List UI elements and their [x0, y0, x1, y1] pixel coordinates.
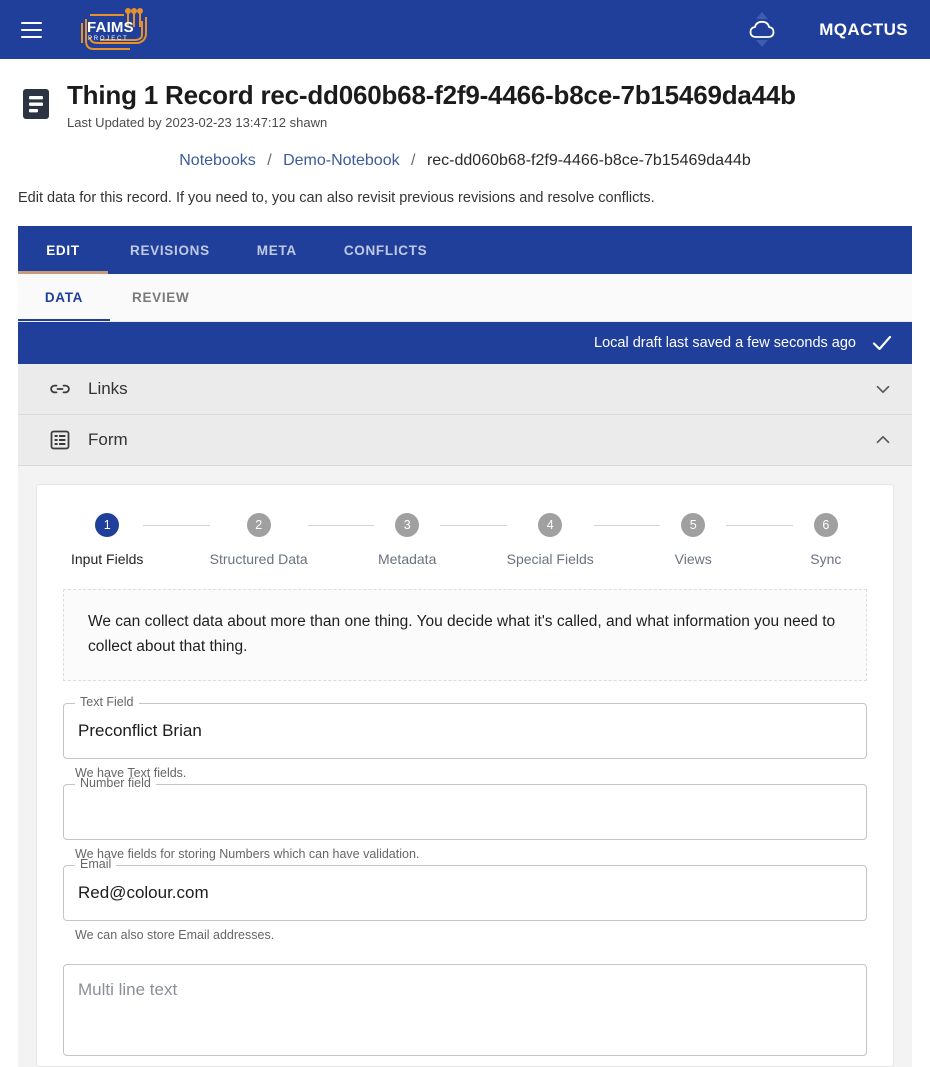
step-label: Sync: [810, 551, 842, 568]
text-field-label: Text Field: [75, 696, 139, 709]
record-panel: EDIT REVISIONS META CONFLICTS DATA REVIE…: [18, 226, 912, 1067]
cloud-icon: [749, 20, 775, 38]
check-icon: [872, 336, 892, 351]
step-connector: [307, 525, 375, 527]
step-number: 5: [681, 513, 706, 538]
field-email: Email Red@colour.com We can also store E…: [63, 858, 867, 942]
faims-logo[interactable]: FAIMS PROJECT: [78, 7, 160, 53]
svg-text:PROJECT: PROJECT: [88, 36, 129, 42]
breadcrumb: Notebooks / Demo-Notebook / rec-dd060b68…: [0, 152, 930, 170]
page-title: Thing 1 Record rec-dd060b68-f2f9-4466-b8…: [67, 80, 796, 110]
form-card: 1 Input Fields 2 Structured Data 3 Metad…: [36, 484, 894, 1067]
breadcrumb-item-demo-notebook[interactable]: Demo-Notebook: [283, 152, 400, 169]
field-number-field: Number field We have fields for storing …: [63, 777, 867, 861]
record-document-icon: [20, 87, 52, 126]
secondary-tab-bar: DATA REVIEW: [18, 274, 912, 323]
svg-text:FAIMS: FAIMS: [87, 19, 134, 36]
user-menu-button[interactable]: MQACTUS: [819, 20, 908, 40]
step-sync[interactable]: 6 Sync: [793, 513, 859, 567]
number-field-label: Number field: [75, 777, 156, 790]
form-info-box: We can collect data about more than one …: [63, 589, 867, 681]
sync-down-arrow-icon: [756, 40, 769, 47]
field-text-field: Text Field Preconflict Brian We have Tex…: [63, 696, 867, 780]
text-field-input[interactable]: Text Field Preconflict Brian: [63, 696, 867, 759]
text-field-value: Preconflict Brian: [78, 720, 202, 740]
multiline-text-input[interactable]: Multi line text: [63, 963, 867, 1056]
breadcrumb-separator: /: [267, 152, 272, 170]
step-number: 3: [395, 513, 420, 538]
tab-revisions[interactable]: REVISIONS: [108, 226, 232, 274]
tab-edit[interactable]: EDIT: [18, 226, 108, 275]
record-title-block: Thing 1 Record rec-dd060b68-f2f9-4466-b8…: [67, 80, 796, 131]
step-number: 1: [95, 513, 120, 538]
breadcrumb-separator: /: [411, 152, 416, 170]
number-field-helper: We have fields for storing Numbers which…: [75, 846, 420, 861]
step-connector: [726, 525, 793, 527]
chevron-down-icon[interactable]: [872, 378, 894, 400]
sync-up-arrow-icon: [756, 12, 769, 19]
tab-conflicts[interactable]: CONFLICTS: [322, 226, 450, 274]
primary-tab-bar: EDIT REVISIONS META CONFLICTS: [18, 226, 912, 275]
step-label: Structured Data: [209, 551, 308, 568]
hamburger-bar: [20, 35, 42, 38]
tab-review[interactable]: REVIEW: [110, 274, 211, 321]
step-connector: [440, 525, 507, 527]
accordion-links[interactable]: Links: [18, 364, 912, 416]
hamburger-menu-icon[interactable]: [14, 13, 48, 47]
form-stepper: 1 Input Fields 2 Structured Data 3 Metad…: [63, 509, 867, 567]
sync-status-button[interactable]: [739, 4, 785, 56]
step-number: 4: [538, 513, 563, 538]
step-metadata[interactable]: 3 Metadata: [374, 513, 440, 567]
step-connector: [593, 525, 661, 527]
tab-data[interactable]: DATA: [18, 274, 110, 322]
app-bar: FAIMS PROJECT MQACTUS: [0, 0, 930, 59]
hamburger-bar: [20, 21, 42, 24]
draft-status-bar: Local draft last saved a few seconds ago: [18, 322, 912, 365]
step-label: Input Fields: [71, 551, 144, 568]
accordion-form-label: Form: [88, 430, 128, 450]
chevron-up-icon[interactable]: [872, 429, 894, 451]
step-connector: [143, 525, 210, 527]
accordion-form[interactable]: Form: [18, 415, 912, 467]
breadcrumb-item-current: rec-dd060b68-f2f9-4466-b8ce-7b15469da44b: [426, 152, 751, 170]
step-special-fields[interactable]: 4 Special Fields: [507, 513, 594, 567]
faims-logo-svg: FAIMS PROJECT: [81, 7, 147, 50]
accordion-links-label: Links: [88, 379, 128, 399]
email-field-label: Email: [75, 858, 117, 871]
step-label: Special Fields: [506, 551, 594, 568]
number-field-input[interactable]: Number field: [63, 777, 867, 840]
step-input-fields[interactable]: 1 Input Fields: [71, 513, 143, 567]
email-field-input[interactable]: Email Red@colour.com: [63, 858, 867, 921]
step-number: 6: [813, 513, 838, 538]
tab-meta[interactable]: META: [232, 226, 322, 274]
page-description: Edit data for this record. If you need t…: [18, 190, 655, 207]
breadcrumb-item-notebooks[interactable]: Notebooks: [179, 152, 256, 169]
step-views[interactable]: 5 Views: [660, 513, 726, 567]
email-field-helper: We can also store Email addresses.: [75, 927, 275, 942]
step-label: Views: [674, 551, 712, 568]
field-multiline-text: Multi line text: [63, 963, 867, 1056]
form-accordion-body: 1 Input Fields 2 Structured Data 3 Metad…: [18, 466, 912, 1067]
draft-status-text: Local draft last saved a few seconds ago: [594, 335, 856, 352]
step-label: Metadata: [377, 551, 437, 568]
step-structured-data[interactable]: 2 Structured Data: [210, 513, 308, 567]
hamburger-bar: [20, 28, 42, 31]
link-chain-icon: [48, 377, 72, 401]
text-field-helper: We have Text fields.: [75, 765, 187, 780]
record-last-updated: Last Updated by 2023-02-23 13:47:12 shaw…: [67, 115, 328, 131]
form-list-icon: [48, 428, 72, 452]
multiline-text-placeholder: Multi line text: [78, 979, 178, 999]
record-header: Thing 1 Record rec-dd060b68-f2f9-4466-b8…: [0, 59, 930, 130]
email-field-value: Red@colour.com: [78, 882, 209, 902]
step-number: 2: [246, 513, 271, 538]
